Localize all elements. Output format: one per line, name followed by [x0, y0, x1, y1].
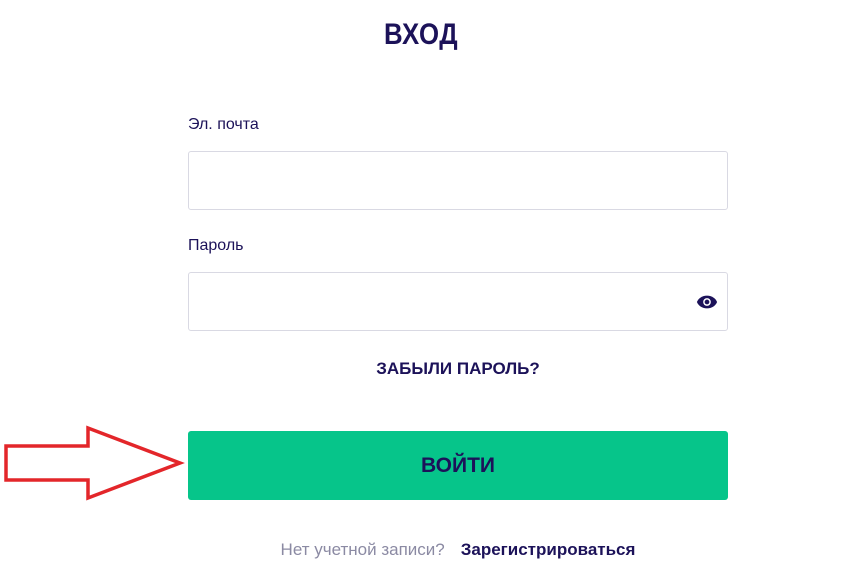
eye-icon[interactable] [696, 291, 718, 313]
signup-row: Нет учетной записи? Зарегистрироваться [188, 540, 728, 560]
page-title: ВХОД [383, 18, 459, 51]
login-button[interactable]: ВОЙТИ [188, 431, 728, 500]
signup-prompt: Нет учетной записи? [280, 540, 445, 559]
email-field[interactable] [189, 152, 727, 209]
password-label: Пароль [188, 237, 244, 254]
forgot-password-link[interactable]: ЗАБЫЛИ ПАРОЛЬ? [188, 359, 728, 379]
red-outline-arrow-icon [4, 425, 185, 501]
signup-link[interactable]: Зарегистрироваться [461, 540, 636, 559]
email-label: Эл. почта [188, 116, 259, 133]
password-field[interactable] [189, 273, 727, 330]
email-field-container [188, 151, 728, 210]
password-field-container [188, 272, 728, 331]
